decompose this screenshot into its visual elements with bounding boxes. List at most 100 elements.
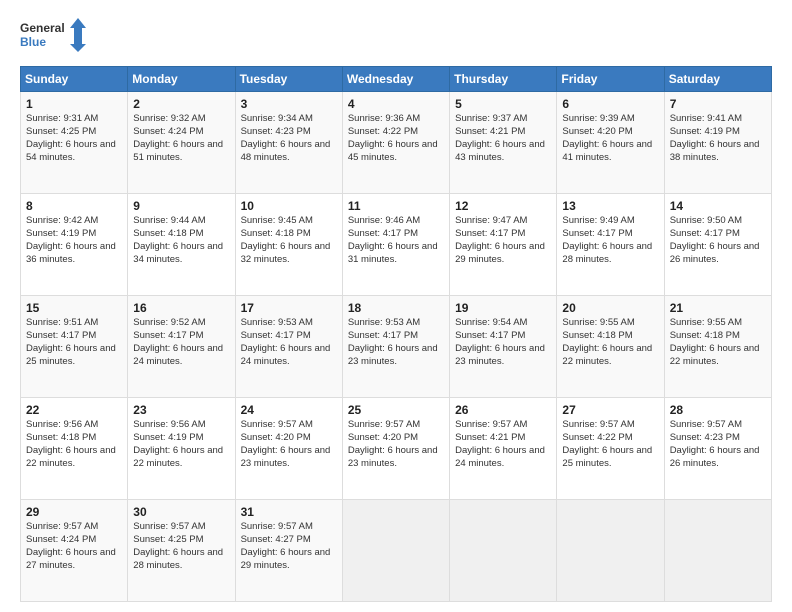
sunset-label: Sunset: 4:17 PM bbox=[348, 228, 418, 239]
daylight-label: Daylight: 6 hours and 24 minutes. bbox=[241, 343, 331, 367]
day-number: 29 bbox=[26, 504, 122, 520]
calendar-cell: 8Sunrise: 9:42 AMSunset: 4:19 PMDaylight… bbox=[21, 194, 128, 296]
calendar-cell bbox=[342, 500, 449, 602]
calendar-cell: 14Sunrise: 9:50 AMSunset: 4:17 PMDayligh… bbox=[664, 194, 771, 296]
calendar-cell: 6Sunrise: 9:39 AMSunset: 4:20 PMDaylight… bbox=[557, 92, 664, 194]
daylight-label: Daylight: 6 hours and 43 minutes. bbox=[455, 139, 545, 163]
day-number: 13 bbox=[562, 198, 658, 214]
sunrise-label: Sunrise: 9:41 AM bbox=[670, 113, 742, 124]
sunrise-label: Sunrise: 9:37 AM bbox=[455, 113, 527, 124]
sunrise-label: Sunrise: 9:51 AM bbox=[26, 317, 98, 328]
sunrise-label: Sunrise: 9:50 AM bbox=[670, 215, 742, 226]
calendar-day-header: Friday bbox=[557, 67, 664, 92]
calendar-cell: 3Sunrise: 9:34 AMSunset: 4:23 PMDaylight… bbox=[235, 92, 342, 194]
daylight-label: Daylight: 6 hours and 22 minutes. bbox=[562, 343, 652, 367]
sunrise-label: Sunrise: 9:57 AM bbox=[455, 419, 527, 430]
calendar-cell: 15Sunrise: 9:51 AMSunset: 4:17 PMDayligh… bbox=[21, 296, 128, 398]
sunset-label: Sunset: 4:21 PM bbox=[455, 126, 525, 137]
sunrise-label: Sunrise: 9:53 AM bbox=[348, 317, 420, 328]
day-number: 9 bbox=[133, 198, 229, 214]
sunset-label: Sunset: 4:23 PM bbox=[241, 126, 311, 137]
calendar-cell bbox=[450, 500, 557, 602]
sunset-label: Sunset: 4:19 PM bbox=[26, 228, 96, 239]
sunrise-label: Sunrise: 9:57 AM bbox=[241, 521, 313, 532]
calendar-day-header: Sunday bbox=[21, 67, 128, 92]
page-header: General Blue bbox=[20, 16, 772, 56]
calendar-week-row: 1Sunrise: 9:31 AMSunset: 4:25 PMDaylight… bbox=[21, 92, 772, 194]
day-number: 21 bbox=[670, 300, 766, 316]
sunset-label: Sunset: 4:25 PM bbox=[133, 534, 203, 545]
daylight-label: Daylight: 6 hours and 29 minutes. bbox=[241, 547, 331, 571]
sunset-label: Sunset: 4:20 PM bbox=[562, 126, 632, 137]
daylight-label: Daylight: 6 hours and 54 minutes. bbox=[26, 139, 116, 163]
sunset-label: Sunset: 4:27 PM bbox=[241, 534, 311, 545]
daylight-label: Daylight: 6 hours and 34 minutes. bbox=[133, 241, 223, 265]
day-number: 18 bbox=[348, 300, 444, 316]
day-number: 14 bbox=[670, 198, 766, 214]
sunset-label: Sunset: 4:25 PM bbox=[26, 126, 96, 137]
calendar-week-row: 8Sunrise: 9:42 AMSunset: 4:19 PMDaylight… bbox=[21, 194, 772, 296]
calendar-day-header: Monday bbox=[128, 67, 235, 92]
sunrise-label: Sunrise: 9:47 AM bbox=[455, 215, 527, 226]
day-number: 20 bbox=[562, 300, 658, 316]
day-number: 23 bbox=[133, 402, 229, 418]
calendar-day-header: Wednesday bbox=[342, 67, 449, 92]
svg-text:General: General bbox=[20, 21, 65, 35]
svg-text:Blue: Blue bbox=[20, 35, 46, 49]
sunset-label: Sunset: 4:21 PM bbox=[455, 432, 525, 443]
sunrise-label: Sunrise: 9:31 AM bbox=[26, 113, 98, 124]
daylight-label: Daylight: 6 hours and 36 minutes. bbox=[26, 241, 116, 265]
calendar-cell: 30Sunrise: 9:57 AMSunset: 4:25 PMDayligh… bbox=[128, 500, 235, 602]
day-number: 28 bbox=[670, 402, 766, 418]
daylight-label: Daylight: 6 hours and 23 minutes. bbox=[348, 343, 438, 367]
day-number: 10 bbox=[241, 198, 337, 214]
calendar-cell: 4Sunrise: 9:36 AMSunset: 4:22 PMDaylight… bbox=[342, 92, 449, 194]
daylight-label: Daylight: 6 hours and 28 minutes. bbox=[133, 547, 223, 571]
daylight-label: Daylight: 6 hours and 31 minutes. bbox=[348, 241, 438, 265]
day-number: 8 bbox=[26, 198, 122, 214]
sunset-label: Sunset: 4:18 PM bbox=[562, 330, 632, 341]
sunrise-label: Sunrise: 9:57 AM bbox=[241, 419, 313, 430]
calendar-day-header: Saturday bbox=[664, 67, 771, 92]
calendar-cell: 19Sunrise: 9:54 AMSunset: 4:17 PMDayligh… bbox=[450, 296, 557, 398]
daylight-label: Daylight: 6 hours and 38 minutes. bbox=[670, 139, 760, 163]
sunrise-label: Sunrise: 9:55 AM bbox=[562, 317, 634, 328]
sunset-label: Sunset: 4:17 PM bbox=[348, 330, 418, 341]
sunrise-label: Sunrise: 9:57 AM bbox=[562, 419, 634, 430]
day-number: 27 bbox=[562, 402, 658, 418]
sunrise-label: Sunrise: 9:32 AM bbox=[133, 113, 205, 124]
sunset-label: Sunset: 4:17 PM bbox=[455, 330, 525, 341]
calendar-cell: 11Sunrise: 9:46 AMSunset: 4:17 PMDayligh… bbox=[342, 194, 449, 296]
daylight-label: Daylight: 6 hours and 51 minutes. bbox=[133, 139, 223, 163]
sunrise-label: Sunrise: 9:39 AM bbox=[562, 113, 634, 124]
day-number: 22 bbox=[26, 402, 122, 418]
calendar-cell: 13Sunrise: 9:49 AMSunset: 4:17 PMDayligh… bbox=[557, 194, 664, 296]
day-number: 19 bbox=[455, 300, 551, 316]
daylight-label: Daylight: 6 hours and 23 minutes. bbox=[348, 445, 438, 469]
calendar-day-header: Tuesday bbox=[235, 67, 342, 92]
sunset-label: Sunset: 4:20 PM bbox=[241, 432, 311, 443]
sunset-label: Sunset: 4:17 PM bbox=[26, 330, 96, 341]
sunrise-label: Sunrise: 9:54 AM bbox=[455, 317, 527, 328]
sunrise-label: Sunrise: 9:57 AM bbox=[26, 521, 98, 532]
day-number: 24 bbox=[241, 402, 337, 418]
sunrise-label: Sunrise: 9:56 AM bbox=[26, 419, 98, 430]
daylight-label: Daylight: 6 hours and 25 minutes. bbox=[26, 343, 116, 367]
daylight-label: Daylight: 6 hours and 32 minutes. bbox=[241, 241, 331, 265]
calendar-cell bbox=[664, 500, 771, 602]
sunset-label: Sunset: 4:23 PM bbox=[670, 432, 740, 443]
sunrise-label: Sunrise: 9:56 AM bbox=[133, 419, 205, 430]
daylight-label: Daylight: 6 hours and 24 minutes. bbox=[455, 445, 545, 469]
daylight-label: Daylight: 6 hours and 26 minutes. bbox=[670, 445, 760, 469]
sunrise-label: Sunrise: 9:49 AM bbox=[562, 215, 634, 226]
calendar-cell: 9Sunrise: 9:44 AMSunset: 4:18 PMDaylight… bbox=[128, 194, 235, 296]
day-number: 11 bbox=[348, 198, 444, 214]
sunrise-label: Sunrise: 9:57 AM bbox=[670, 419, 742, 430]
sunset-label: Sunset: 4:19 PM bbox=[670, 126, 740, 137]
daylight-label: Daylight: 6 hours and 23 minutes. bbox=[241, 445, 331, 469]
calendar-cell: 26Sunrise: 9:57 AMSunset: 4:21 PMDayligh… bbox=[450, 398, 557, 500]
sunset-label: Sunset: 4:22 PM bbox=[562, 432, 632, 443]
calendar-week-row: 22Sunrise: 9:56 AMSunset: 4:18 PMDayligh… bbox=[21, 398, 772, 500]
sunset-label: Sunset: 4:24 PM bbox=[26, 534, 96, 545]
sunset-label: Sunset: 4:18 PM bbox=[241, 228, 311, 239]
